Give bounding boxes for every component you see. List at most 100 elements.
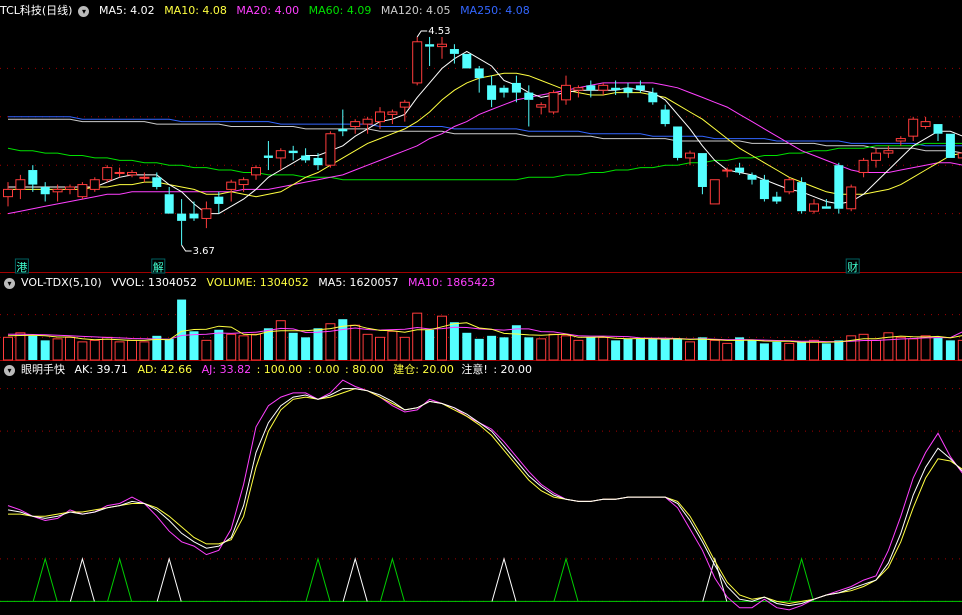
volume-bar bbox=[251, 333, 261, 361]
candle-body bbox=[673, 126, 683, 158]
candle-body bbox=[375, 111, 385, 123]
candle-body bbox=[846, 186, 857, 210]
candle-body bbox=[214, 196, 224, 204]
volume-bar bbox=[288, 332, 298, 360]
volume-bar bbox=[164, 338, 174, 360]
volume-bar bbox=[573, 339, 584, 361]
volume-bars[interactable] bbox=[3, 299, 962, 361]
volume-bar bbox=[375, 336, 385, 361]
volume-bar bbox=[586, 337, 596, 360]
volume-bar bbox=[77, 341, 88, 361]
volume-bar bbox=[673, 338, 683, 360]
signal-triangle bbox=[32, 556, 58, 602]
candle-body bbox=[164, 194, 174, 214]
volume-bar bbox=[201, 339, 212, 361]
candle-body bbox=[524, 92, 534, 100]
candle-body bbox=[747, 174, 757, 180]
chevron-down-icon[interactable]: ▾ bbox=[4, 364, 15, 376]
ma10-line bbox=[8, 72, 962, 198]
chevron-down-icon[interactable]: ▾ bbox=[78, 5, 90, 17]
candle-body bbox=[152, 177, 162, 187]
volume-bar bbox=[561, 335, 571, 361]
volume-bar bbox=[536, 338, 547, 361]
volume-bar bbox=[871, 339, 881, 361]
volume-bar bbox=[362, 333, 373, 361]
candle-body bbox=[238, 179, 249, 186]
candle-body bbox=[288, 150, 298, 154]
volume-bar bbox=[462, 332, 472, 360]
signal-triangle bbox=[69, 556, 95, 602]
candle-body bbox=[40, 186, 50, 195]
volume-bar bbox=[139, 341, 150, 361]
volume-bar bbox=[858, 333, 869, 361]
signal-triangle bbox=[491, 556, 517, 602]
candle-body bbox=[325, 133, 336, 166]
volume-bar bbox=[177, 299, 187, 360]
candle-body bbox=[735, 167, 745, 173]
candle-body bbox=[809, 203, 819, 212]
candle-body bbox=[52, 188, 63, 193]
volume-bar bbox=[623, 338, 633, 360]
candle-body bbox=[487, 85, 497, 100]
volume-bar bbox=[399, 336, 410, 361]
candle-body bbox=[685, 152, 695, 159]
candle-body bbox=[548, 92, 559, 113]
candle-body bbox=[933, 124, 943, 134]
volume-bar bbox=[214, 329, 224, 360]
volume-bar bbox=[412, 312, 423, 361]
ma10-label: MA10: 4.08 bbox=[164, 4, 227, 17]
volume-bar bbox=[846, 335, 857, 361]
candle-body bbox=[313, 157, 323, 166]
candle-body bbox=[759, 179, 769, 200]
candle-body bbox=[697, 153, 707, 187]
aj-line bbox=[7, 379, 962, 611]
signal-triangle bbox=[789, 556, 815, 602]
ak-line bbox=[7, 388, 962, 607]
volume-bar bbox=[611, 340, 621, 360]
candle-body bbox=[536, 104, 547, 108]
signal-triangle bbox=[305, 556, 331, 602]
candle-body bbox=[871, 152, 881, 161]
volume-bar bbox=[635, 338, 645, 360]
candle-body bbox=[611, 87, 621, 91]
volume-bar bbox=[40, 340, 50, 360]
volume-bar bbox=[338, 319, 348, 360]
candle-body bbox=[387, 111, 398, 115]
indicator-lines bbox=[0, 379, 962, 611]
candle-body bbox=[797, 182, 807, 212]
level-100-label: : 100.00 bbox=[256, 363, 303, 376]
volume-bar bbox=[15, 332, 26, 361]
candle-body bbox=[226, 181, 237, 190]
candle-body bbox=[251, 167, 261, 176]
event-marker-label: 解 bbox=[153, 260, 164, 274]
aj-label: AJ: 33.82 bbox=[201, 363, 252, 376]
candle-body bbox=[474, 68, 484, 79]
volume-bar bbox=[920, 335, 931, 361]
candle-body bbox=[114, 171, 125, 174]
volume-bar bbox=[3, 336, 13, 361]
volume-bar bbox=[747, 340, 757, 360]
chevron-down-icon[interactable]: ▾ bbox=[4, 277, 15, 289]
candle-body bbox=[635, 85, 645, 91]
candle-body bbox=[263, 155, 273, 158]
event-marker-label: 财 bbox=[847, 260, 858, 274]
ma60-line bbox=[7, 142, 962, 181]
volume-bar bbox=[660, 338, 670, 360]
candle-body bbox=[399, 101, 410, 108]
vol-ma10-label: MA10: 1865423 bbox=[408, 276, 496, 289]
candle-body bbox=[858, 159, 869, 173]
volume-bar bbox=[908, 338, 919, 361]
ma120-line bbox=[8, 118, 962, 154]
volume-bar bbox=[834, 340, 844, 360]
ma250-line bbox=[8, 116, 962, 147]
stock-chart[interactable]: 4.53 3.67 港 解 财 bbox=[0, 0, 962, 615]
level-80-label: : 80.00 bbox=[345, 363, 384, 376]
main-panel-header: TCL科技(日线) ▾ MA5: 4.02 MA10: 4.08 MA20: 4.… bbox=[0, 3, 536, 19]
panel-frames bbox=[0, 67, 962, 602]
volume-bar bbox=[350, 324, 361, 361]
volume-bar bbox=[226, 333, 237, 361]
volume-bar bbox=[65, 336, 75, 361]
candle-body bbox=[784, 179, 795, 193]
candle-body bbox=[177, 213, 187, 221]
candle-body bbox=[28, 170, 38, 185]
